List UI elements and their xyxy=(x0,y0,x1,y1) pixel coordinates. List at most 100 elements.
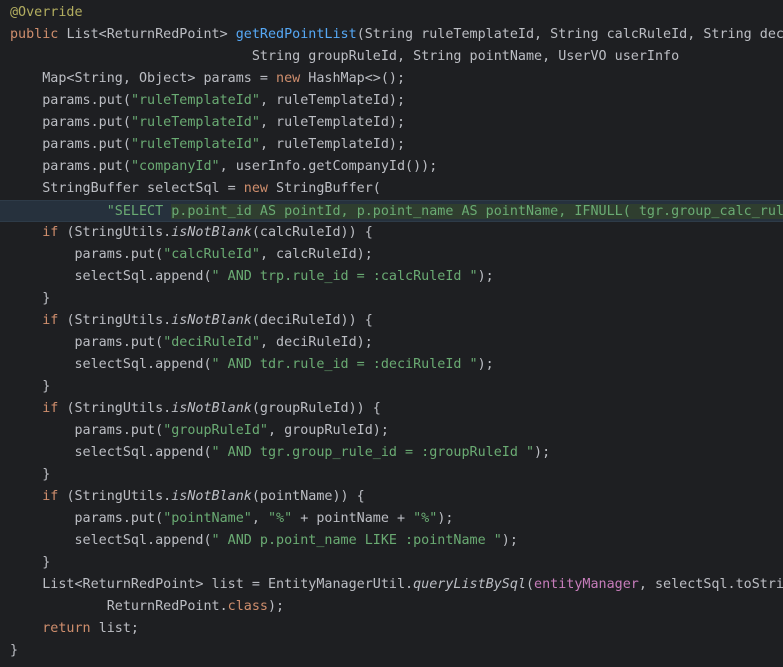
code-line[interactable]: params.put("calcRuleId", calcRuleId); xyxy=(0,244,783,266)
code-token: public xyxy=(10,27,67,42)
code-line[interactable]: params.put("groupRuleId", groupRuleId); xyxy=(0,420,783,442)
code-token: } xyxy=(10,555,51,570)
code-line[interactable]: String groupRuleId, String pointName, Us… xyxy=(0,46,783,68)
code-line[interactable]: return list; xyxy=(0,618,783,640)
code-editor[interactable]: @Override public List<ReturnRedPoint> get… xyxy=(0,0,783,667)
code-line[interactable]: selectSql.append(" AND p.point_name LIKE… xyxy=(0,530,783,552)
code-token: List<ReturnRedPoint> xyxy=(66,27,236,42)
code-token: ); xyxy=(437,511,454,526)
code-line[interactable]: if (StringUtils.isNotBlank(groupRuleId))… xyxy=(0,398,783,420)
code-text: if (StringUtils.isNotBlank(groupRuleId))… xyxy=(10,398,381,420)
code-text: params.put("ruleTemplateId", ruleTemplat… xyxy=(10,134,405,156)
code-token: ( xyxy=(525,577,535,592)
code-token: (deciRuleId)) { xyxy=(251,313,373,328)
code-token: params.put( xyxy=(10,159,131,174)
code-token: queryListBySql xyxy=(413,577,526,592)
code-token: , userInfo.getCompanyId()); xyxy=(219,159,438,174)
code-token: } xyxy=(10,291,51,306)
code-token: "calcRuleId" xyxy=(163,247,260,262)
code-token: ); xyxy=(267,599,285,614)
code-text: public List<ReturnRedPoint> getRedPointL… xyxy=(10,24,783,46)
code-token: (pointName)) { xyxy=(251,489,365,504)
code-token: "groupRuleId" xyxy=(163,423,268,438)
code-line[interactable]: } xyxy=(0,640,783,662)
code-text: Map<String, Object> params = new HashMap… xyxy=(10,68,405,90)
code-token: "ruleTemplateId" xyxy=(130,137,260,152)
code-token: , groupRuleId); xyxy=(268,423,389,438)
code-token: isNotBlank xyxy=(171,313,252,328)
code-token: Map<String, Object> params = xyxy=(10,71,277,86)
code-line[interactable]: StringBuffer selectSql = new StringBuffe… xyxy=(0,178,783,200)
code-text: List<ReturnRedPoint> list = EntityManage… xyxy=(10,574,783,596)
code-text: params.put("groupRuleId", groupRuleId); xyxy=(10,420,389,442)
code-line[interactable]: if (StringUtils.isNotBlank(calcRuleId)) … xyxy=(0,222,783,244)
code-token: "pointName" xyxy=(163,511,252,526)
code-text: ReturnRedPoint.class); xyxy=(10,596,284,618)
code-token: (StringUtils. xyxy=(66,313,172,328)
code-token: params.put( xyxy=(10,137,131,152)
code-token: + pointName + xyxy=(292,511,414,526)
code-token: class xyxy=(227,599,268,614)
code-token: "deciRuleId" xyxy=(163,335,260,350)
code-line[interactable]: params.put("companyId", userInfo.getComp… xyxy=(0,156,783,178)
code-token: , xyxy=(251,511,268,526)
code-token: String groupRuleId, String pointName, Us… xyxy=(10,49,680,64)
code-token: ); xyxy=(501,533,518,548)
code-token: List<ReturnRedPoint> list = EntityManage… xyxy=(10,577,414,592)
code-text: } xyxy=(10,464,50,486)
code-line[interactable]: } xyxy=(0,376,783,398)
code-line[interactable]: selectSql.append(" AND tgr.group_rule_id… xyxy=(0,442,783,464)
code-token: new xyxy=(243,181,277,196)
code-line[interactable]: } xyxy=(0,552,783,574)
code-token: (calcRuleId)) { xyxy=(251,225,373,240)
code-line[interactable]: params.put("deciRuleId", deciRuleId); xyxy=(0,332,783,354)
code-line[interactable]: } xyxy=(0,464,783,486)
code-token: params.put( xyxy=(10,93,131,108)
code-token: , ruleTemplateId); xyxy=(259,137,406,152)
code-token: , calcRuleId); xyxy=(259,247,373,262)
code-text: if (StringUtils.isNotBlank(deciRuleId)) … xyxy=(10,310,373,332)
code-token: IFNULL( tgr.group_calc_rule xyxy=(574,204,783,219)
code-line[interactable]: params.put("ruleTemplateId", ruleTemplat… xyxy=(0,90,783,112)
code-token: if xyxy=(42,313,67,328)
code-token: ReturnRedPoint. xyxy=(10,599,228,614)
code-token: "ruleTemplateId" xyxy=(130,93,260,108)
code-token: if xyxy=(42,401,67,416)
code-line[interactable]: params.put("ruleTemplateId", ruleTemplat… xyxy=(0,112,783,134)
code-line[interactable]: selectSql.append(" AND trp.rule_id = :ca… xyxy=(0,266,783,288)
code-text: } xyxy=(10,288,50,310)
code-token: isNotBlank xyxy=(171,401,252,416)
code-token: selectSql.append( xyxy=(10,533,212,548)
code-token: , ruleTemplateId); xyxy=(259,93,406,108)
code-token: " AND tgr.group_rule_id = :groupRuleId " xyxy=(211,445,535,460)
code-line[interactable]: selectSql.append(" AND tdr.rule_id = :de… xyxy=(0,354,783,376)
code-token: params.put( xyxy=(10,423,164,438)
code-text: params.put("ruleTemplateId", ruleTemplat… xyxy=(10,112,405,134)
code-token: HashMap<>(); xyxy=(308,71,406,86)
code-token: "ruleTemplateId" xyxy=(130,115,260,130)
code-text: selectSql.append(" AND tdr.rule_id = :de… xyxy=(10,354,493,376)
code-token: params.put( xyxy=(10,247,164,262)
code-line[interactable]: if (StringUtils.isNotBlank(deciRuleId)) … xyxy=(0,310,783,332)
code-line[interactable]: @Override xyxy=(0,2,783,24)
code-token: selectSql.append( xyxy=(10,269,212,284)
code-line[interactable]: public List<ReturnRedPoint> getRedPointL… xyxy=(0,24,783,46)
code-token: ); xyxy=(477,269,494,284)
code-text: if (StringUtils.isNotBlank(calcRuleId)) … xyxy=(10,222,373,244)
code-text: @Override xyxy=(10,2,83,24)
code-token: " AND p.point_name LIKE :pointName " xyxy=(211,533,502,548)
code-line[interactable]: if (StringUtils.isNotBlank(pointName)) { xyxy=(0,486,783,508)
code-line[interactable]: params.put("ruleTemplateId", ruleTemplat… xyxy=(0,134,783,156)
code-text: } xyxy=(10,376,50,398)
code-line[interactable]: params.put("pointName", "%" + pointName … xyxy=(0,508,783,530)
code-line[interactable]: ReturnRedPoint.class); xyxy=(0,596,783,618)
code-token: params.put( xyxy=(10,511,164,526)
code-token: , deciRuleId); xyxy=(259,335,373,350)
code-text: selectSql.append(" AND p.point_name LIKE… xyxy=(10,530,518,552)
code-line[interactable]: } xyxy=(0,288,783,310)
code-line[interactable]: List<ReturnRedPoint> list = EntityManage… xyxy=(0,574,783,596)
code-line[interactable]: Map<String, Object> params = new HashMap… xyxy=(0,68,783,90)
code-line[interactable]: "SELECT p.point_id AS pointId, p.point_n… xyxy=(0,200,783,222)
